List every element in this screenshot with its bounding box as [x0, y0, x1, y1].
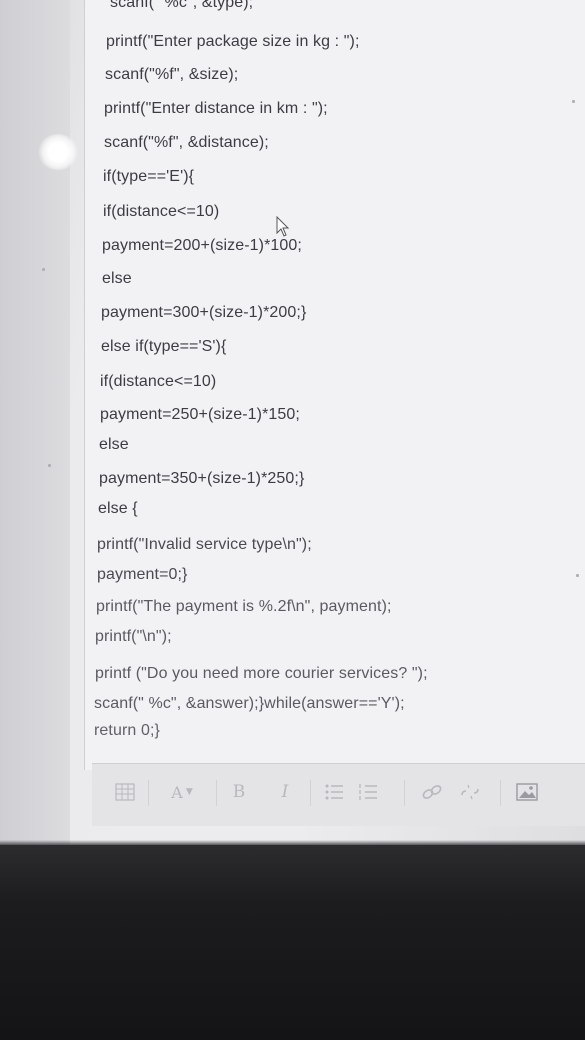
screen-pixel-dot	[572, 100, 575, 103]
table-format-icon[interactable]	[114, 778, 136, 806]
code-line[interactable]: else	[99, 436, 129, 454]
code-line[interactable]: scanf(" %c", &answer);}while(answer=='Y'…	[94, 695, 405, 713]
image-icon[interactable]	[514, 778, 540, 806]
code-line[interactable]: return 0;}	[94, 722, 160, 740]
screen-pixel-dot	[48, 464, 51, 467]
toolbar-divider	[216, 780, 217, 806]
unlink-icon[interactable]	[458, 778, 482, 806]
code-line[interactable]: payment=200+(size-1)*100;	[102, 237, 302, 255]
bold-label: B	[232, 782, 246, 802]
code-line[interactable]: printf("The payment is %.2f\n", payment)…	[96, 598, 392, 616]
toolbar-divider	[404, 780, 405, 806]
code-line[interactable]: payment=300+(size-1)*200;}	[101, 304, 306, 322]
code-line[interactable]: printf("\n");	[95, 628, 172, 646]
code-line[interactable]: printf("Enter distance in km : ");	[104, 100, 328, 118]
screen: scanf(" %c", &type); printf("Enter packa…	[0, 0, 585, 845]
code-line[interactable]: if(type=='E'){	[103, 168, 194, 186]
code-line[interactable]: else if(type=='S'){	[101, 338, 226, 356]
bold-button[interactable]: B	[228, 778, 250, 806]
chevron-down-icon: ▼	[185, 787, 193, 797]
font-size-button[interactable]: A ▼	[162, 778, 202, 806]
mouse-cursor-icon	[276, 216, 290, 237]
screen-pixel-dot	[42, 268, 45, 271]
bullet-list-icon[interactable]	[322, 778, 346, 806]
code-line[interactable]: else {	[98, 500, 138, 518]
screen-pixel-dot	[576, 574, 579, 577]
code-line[interactable]: scanf("%f", &size);	[105, 66, 238, 84]
code-line[interactable]: payment=250+(size-1)*150;	[100, 406, 300, 424]
monitor-bezel	[0, 845, 585, 1040]
toolbar-divider	[310, 780, 311, 806]
toolbar-divider	[500, 780, 501, 806]
code-line[interactable]: scanf("%f", &distance);	[104, 134, 269, 152]
code-line[interactable]: payment=0;}	[97, 566, 188, 584]
italic-button[interactable]: I	[274, 778, 296, 806]
code-line[interactable]: payment=350+(size-1)*250;}	[99, 470, 304, 488]
editor-toolbar: A ▼ B I	[104, 778, 564, 812]
code-line[interactable]: else	[102, 270, 132, 288]
left-margin	[0, 0, 70, 845]
screen-glare	[38, 134, 78, 170]
code-line[interactable]: printf("Enter package size in kg : ");	[106, 33, 360, 51]
code-line[interactable]: if(distance<=10)	[100, 373, 216, 391]
code-line[interactable]: printf ("Do you need more courier servic…	[95, 665, 428, 683]
numbered-list-icon[interactable]	[356, 778, 380, 806]
italic-label: I	[281, 782, 289, 802]
toolbar-divider	[148, 780, 149, 806]
font-size-label: A	[171, 782, 183, 802]
code-line[interactable]: scanf(" %c", &type);	[110, 0, 253, 12]
code-line[interactable]: printf("Invalid service type\n");	[97, 536, 312, 554]
link-icon[interactable]	[420, 778, 444, 806]
code-line[interactable]: if(distance<=10)	[103, 203, 219, 221]
